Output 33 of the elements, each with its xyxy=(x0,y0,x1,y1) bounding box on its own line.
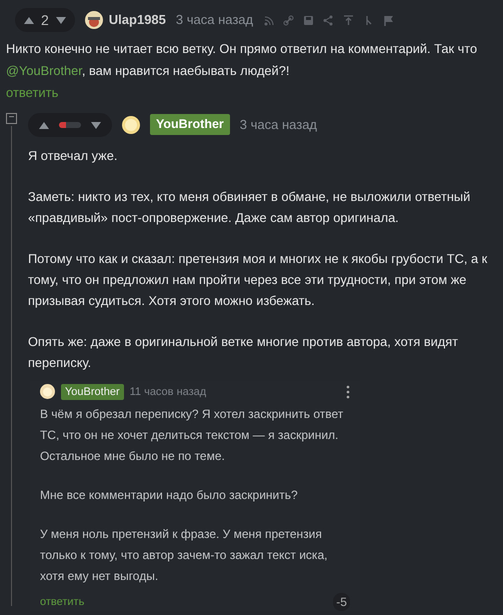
rating: 2 xyxy=(41,10,49,30)
flag-icon[interactable] xyxy=(383,14,394,26)
mention-link[interactable]: @YouBrother xyxy=(6,63,82,78)
avatar xyxy=(40,384,55,400)
author-name[interactable]: YouBrother xyxy=(150,114,230,135)
avatar[interactable] xyxy=(84,11,103,29)
rating: -5 xyxy=(333,593,350,611)
comment-text: У меня ноль претензий к фразе. У меня претензия только к тому, что автор зачем-то зажал текст иска, хотя ему нет выгоды. xyxy=(40,526,328,585)
comment-text: Заметь: никто из тех, кто меня обвиняет в обмане, не выложили ответный «правдивый» пост-опровержение. Даже сам автор оригинала. xyxy=(28,188,472,227)
reply-link[interactable]: ответить xyxy=(6,83,58,102)
author-name[interactable]: Ulap1985 xyxy=(108,10,166,30)
arrow-up-icon[interactable] xyxy=(343,14,354,26)
share-icon[interactable] xyxy=(323,14,334,26)
timestamp: 11 часов назад xyxy=(130,384,206,400)
collapse-button[interactable]: − xyxy=(6,112,17,124)
comment-text: Мне все комментарии надо было заскринить? xyxy=(40,487,299,504)
comment-text: Потому что как и сказал: претензия моя и многих не к якобы грубости ТС, а к тому, что он предложил нам пройти через все эти трудности, при этом же призывая судиться. Хотя этого можно избежать. xyxy=(28,250,488,310)
link-icon[interactable] xyxy=(283,14,294,26)
more-icon xyxy=(346,384,350,399)
upvote-icon[interactable] xyxy=(38,120,50,130)
timestamp: 3 часа назад xyxy=(240,116,318,134)
author-name: YouBrother xyxy=(60,384,124,400)
avatar[interactable] xyxy=(122,116,140,134)
upvote-icon[interactable] xyxy=(23,15,35,25)
comment-text: Никто конечно не читает всю ветку. Он прямо ответил на комментарий. Так что @YouBrother, вам нравится наебывать людей?! xyxy=(6,40,478,80)
timestamp: 3 часа назад xyxy=(176,11,254,30)
subscribe-icon[interactable] xyxy=(263,14,274,26)
comment-text: Я отвечал уже. xyxy=(28,146,118,165)
downvote-icon[interactable] xyxy=(54,15,67,25)
downvote-icon[interactable] xyxy=(90,120,102,130)
comment-text: Опять же: даже в оригинальной ветке многие против автора, хотя видят переписку. xyxy=(28,332,460,372)
save-icon[interactable] xyxy=(303,14,314,26)
comment-text: В чём я обрезал переписку? Я хотел заскринить ответ ТС, что он не хочет делиться текстом — я заскринил. Остальное мне было не по теме. xyxy=(40,406,344,465)
